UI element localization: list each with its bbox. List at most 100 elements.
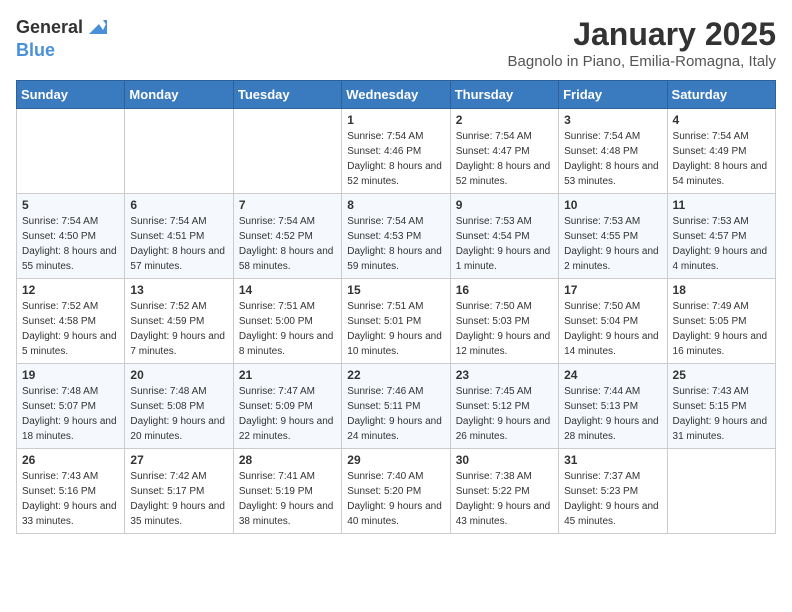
calendar-cell: 2 Sunrise: 7:54 AM Sunset: 4:47 PM Daylig… xyxy=(450,109,558,194)
day-number: 3 xyxy=(564,113,661,127)
week-row-4: 19 Sunrise: 7:48 AM Sunset: 5:07 PM Dayli… xyxy=(17,364,776,449)
day-info: Sunrise: 7:46 AM Sunset: 5:11 PM Dayligh… xyxy=(347,384,444,444)
calendar-cell: 25 Sunrise: 7:43 AM Sunset: 5:15 PM Dayli… xyxy=(667,364,775,449)
calendar-cell: 26Sunrise: 7:43 AM Sunset: 5:16 PM Dayli… xyxy=(17,449,125,534)
day-info: Sunrise: 7:51 AM Sunset: 5:01 PM Dayligh… xyxy=(347,299,444,359)
day-number: 7 xyxy=(239,198,336,212)
day-info: Sunrise: 7:54 AM Sunset: 4:49 PM Dayligh… xyxy=(673,129,770,189)
day-number: 1 xyxy=(347,113,444,127)
weekday-header-friday: Friday xyxy=(559,81,667,109)
week-row-3: 12 Sunrise: 7:52 AM Sunset: 4:58 PM Dayli… xyxy=(17,279,776,364)
calendar-cell: 3 Sunrise: 7:54 AM Sunset: 4:48 PM Daylig… xyxy=(559,109,667,194)
calendar-cell: 12 Sunrise: 7:52 AM Sunset: 4:58 PM Dayli… xyxy=(17,279,125,364)
calendar-cell xyxy=(17,109,125,194)
day-info: Sunrise: 7:52 AM Sunset: 4:58 PM Dayligh… xyxy=(22,299,119,359)
calendar-cell: 14Sunrise: 7:51 AM Sunset: 5:00 PM Dayli… xyxy=(233,279,341,364)
calendar-cell: 5 Sunrise: 7:54 AM Sunset: 4:50 PM Daylig… xyxy=(17,194,125,279)
logo: General Blue xyxy=(16,16,109,62)
calendar-cell: 23 Sunrise: 7:45 AM Sunset: 5:12 PM Dayli… xyxy=(450,364,558,449)
day-info: Sunrise: 7:40 AM Sunset: 5:20 PM Dayligh… xyxy=(347,469,444,529)
calendar-cell: 31 Sunrise: 7:37 AM Sunset: 5:23 PM Dayli… xyxy=(559,449,667,534)
day-info: Sunrise: 7:54 AM Sunset: 4:50 PM Dayligh… xyxy=(22,214,119,274)
logo-general: General xyxy=(16,17,83,39)
calendar-cell: 16 Sunrise: 7:50 AM Sunset: 5:03 PM Dayli… xyxy=(450,279,558,364)
weekday-header-row: SundayMondayTuesdayWednesdayThursdayFrid… xyxy=(17,81,776,109)
weekday-header-saturday: Saturday xyxy=(667,81,775,109)
day-info: Sunrise: 7:38 AM Sunset: 5:22 PM Dayligh… xyxy=(456,469,553,529)
title-area: January 2025 Bagnolo in Piano, Emilia-Ro… xyxy=(508,16,776,70)
day-info: Sunrise: 7:54 AM Sunset: 4:51 PM Dayligh… xyxy=(130,214,227,274)
calendar-cell: 19 Sunrise: 7:48 AM Sunset: 5:07 PM Dayli… xyxy=(17,364,125,449)
calendar-cell xyxy=(233,109,341,194)
calendar-cell: 20Sunrise: 7:48 AM Sunset: 5:08 PM Dayli… xyxy=(125,364,233,449)
day-info: Sunrise: 7:53 AM Sunset: 4:54 PM Dayligh… xyxy=(456,214,553,274)
day-number: 11 xyxy=(673,198,770,212)
day-info: Sunrise: 7:54 AM Sunset: 4:52 PM Dayligh… xyxy=(239,214,336,274)
day-number: 31 xyxy=(564,453,661,467)
weekday-header-tuesday: Tuesday xyxy=(233,81,341,109)
calendar-cell: 28Sunrise: 7:41 AM Sunset: 5:19 PM Dayli… xyxy=(233,449,341,534)
day-info: Sunrise: 7:47 AM Sunset: 5:09 PM Dayligh… xyxy=(239,384,336,444)
calendar-cell: 18Sunrise: 7:49 AM Sunset: 5:05 PM Dayli… xyxy=(667,279,775,364)
day-info: Sunrise: 7:42 AM Sunset: 5:17 PM Dayligh… xyxy=(130,469,227,529)
day-info: Sunrise: 7:37 AM Sunset: 5:23 PM Dayligh… xyxy=(564,469,661,529)
day-info: Sunrise: 7:43 AM Sunset: 5:15 PM Dayligh… xyxy=(673,384,770,444)
calendar-cell: 4 Sunrise: 7:54 AM Sunset: 4:49 PM Daylig… xyxy=(667,109,775,194)
calendar-cell: 6Sunrise: 7:54 AM Sunset: 4:51 PM Daylig… xyxy=(125,194,233,279)
calendar-cell: 29 Sunrise: 7:40 AM Sunset: 5:20 PM Dayli… xyxy=(342,449,450,534)
day-number: 24 xyxy=(564,368,661,382)
day-number: 14 xyxy=(239,283,336,297)
calendar-cell: 9 Sunrise: 7:53 AM Sunset: 4:54 PM Daylig… xyxy=(450,194,558,279)
day-number: 4 xyxy=(673,113,770,127)
calendar-table: SundayMondayTuesdayWednesdayThursdayFrid… xyxy=(16,80,776,534)
day-info: Sunrise: 7:54 AM Sunset: 4:48 PM Dayligh… xyxy=(564,129,661,189)
day-info: Sunrise: 7:41 AM Sunset: 5:19 PM Dayligh… xyxy=(239,469,336,529)
day-number: 5 xyxy=(22,198,119,212)
logo-blue: Blue xyxy=(16,40,55,60)
calendar-cell: 15 Sunrise: 7:51 AM Sunset: 5:01 PM Dayli… xyxy=(342,279,450,364)
day-info: Sunrise: 7:54 AM Sunset: 4:46 PM Dayligh… xyxy=(347,129,444,189)
weekday-header-monday: Monday xyxy=(125,81,233,109)
day-number: 26 xyxy=(22,453,119,467)
day-number: 30 xyxy=(456,453,553,467)
day-info: Sunrise: 7:53 AM Sunset: 4:57 PM Dayligh… xyxy=(673,214,770,274)
day-number: 17 xyxy=(564,283,661,297)
calendar-cell: 24 Sunrise: 7:44 AM Sunset: 5:13 PM Dayli… xyxy=(559,364,667,449)
day-number: 8 xyxy=(347,198,444,212)
calendar-cell xyxy=(667,449,775,534)
calendar-cell: 13Sunrise: 7:52 AM Sunset: 4:59 PM Dayli… xyxy=(125,279,233,364)
calendar-cell: 21 Sunrise: 7:47 AM Sunset: 5:09 PM Dayli… xyxy=(233,364,341,449)
day-number: 16 xyxy=(456,283,553,297)
day-info: Sunrise: 7:50 AM Sunset: 5:03 PM Dayligh… xyxy=(456,299,553,359)
day-number: 22 xyxy=(347,368,444,382)
day-info: Sunrise: 7:45 AM Sunset: 5:12 PM Dayligh… xyxy=(456,384,553,444)
day-number: 2 xyxy=(456,113,553,127)
day-info: Sunrise: 7:48 AM Sunset: 5:07 PM Dayligh… xyxy=(22,384,119,444)
calendar-cell: 10Sunrise: 7:53 AM Sunset: 4:55 PM Dayli… xyxy=(559,194,667,279)
calendar-title: January 2025 xyxy=(508,16,776,53)
day-number: 21 xyxy=(239,368,336,382)
day-number: 12 xyxy=(22,283,119,297)
calendar-cell: 11 Sunrise: 7:53 AM Sunset: 4:57 PM Dayli… xyxy=(667,194,775,279)
day-info: Sunrise: 7:44 AM Sunset: 5:13 PM Dayligh… xyxy=(564,384,661,444)
day-number: 18 xyxy=(673,283,770,297)
week-row-2: 5 Sunrise: 7:54 AM Sunset: 4:50 PM Daylig… xyxy=(17,194,776,279)
calendar-cell: 7 Sunrise: 7:54 AM Sunset: 4:52 PM Daylig… xyxy=(233,194,341,279)
logo-icon xyxy=(85,16,109,40)
calendar-cell: 22 Sunrise: 7:46 AM Sunset: 5:11 PM Dayli… xyxy=(342,364,450,449)
day-number: 29 xyxy=(347,453,444,467)
day-number: 25 xyxy=(673,368,770,382)
day-number: 15 xyxy=(347,283,444,297)
day-number: 23 xyxy=(456,368,553,382)
week-row-1: 1 Sunrise: 7:54 AM Sunset: 4:46 PM Daylig… xyxy=(17,109,776,194)
weekday-header-wednesday: Wednesday xyxy=(342,81,450,109)
calendar-cell: 17Sunrise: 7:50 AM Sunset: 5:04 PM Dayli… xyxy=(559,279,667,364)
day-info: Sunrise: 7:48 AM Sunset: 5:08 PM Dayligh… xyxy=(130,384,227,444)
day-number: 9 xyxy=(456,198,553,212)
header: General Blue January 2025 Bagnolo in Pia… xyxy=(16,16,776,70)
calendar-cell: 8Sunrise: 7:54 AM Sunset: 4:53 PM Daylig… xyxy=(342,194,450,279)
calendar-cell xyxy=(125,109,233,194)
day-info: Sunrise: 7:54 AM Sunset: 4:47 PM Dayligh… xyxy=(456,129,553,189)
day-number: 13 xyxy=(130,283,227,297)
day-number: 19 xyxy=(22,368,119,382)
